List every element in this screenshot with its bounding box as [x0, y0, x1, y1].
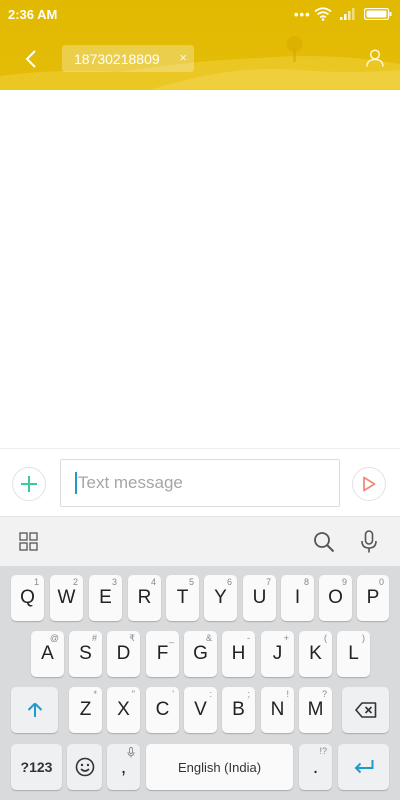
key-z[interactable]: * Z — [69, 687, 102, 733]
key-g[interactable]: & G — [184, 631, 217, 677]
key-t[interactable]: 5T — [166, 575, 199, 621]
status-bar: 2:36 AM ••• — [0, 0, 400, 28]
key-l[interactable]: ) L — [337, 631, 370, 677]
contact-icon[interactable] — [365, 48, 385, 68]
key-h[interactable]: -H — [222, 631, 255, 677]
key-j[interactable]: + J — [261, 631, 294, 677]
header-landscape — [0, 36, 400, 90]
symbols-key[interactable]: ?123 — [11, 744, 62, 790]
shift-key[interactable] — [11, 687, 58, 733]
shift-icon — [27, 702, 42, 717]
mic-small-icon — [127, 747, 135, 758]
keyboard-toolbar — [0, 516, 400, 566]
message-input[interactable]: Text message — [60, 459, 340, 507]
add-attachment-button[interactable] — [12, 467, 46, 501]
search-icon[interactable] — [313, 531, 335, 553]
message-thread — [0, 90, 400, 448]
conversation-header: 2:36 AM ••• 18730218809 × — [0, 0, 400, 90]
key-f[interactable]: _ F — [146, 631, 179, 677]
key-q[interactable]: 1Q — [11, 575, 44, 621]
notification-dots: ••• — [294, 7, 311, 22]
emoji-key[interactable] — [67, 744, 102, 790]
key-y[interactable]: 6Y — [204, 575, 237, 621]
key-b[interactable]: ; B — [222, 687, 255, 733]
key-i[interactable]: 8I — [281, 575, 314, 621]
key-n[interactable]: ! N — [261, 687, 294, 733]
key-o[interactable]: 9O — [319, 575, 352, 621]
space-key[interactable]: English (India) — [146, 744, 293, 790]
period-key[interactable]: !?. — [299, 744, 332, 790]
battery-icon — [364, 8, 392, 20]
recipient-number: 18730218809 — [74, 50, 160, 67]
back-button[interactable] — [18, 46, 44, 72]
key-p[interactable]: 0P — [357, 575, 389, 621]
status-time: 2:36 AM — [8, 7, 58, 22]
backspace-key[interactable] — [342, 687, 389, 733]
emoji-icon — [75, 757, 94, 777]
key-v[interactable]: :V — [184, 687, 217, 733]
key-u[interactable]: 7U — [243, 575, 276, 621]
key-x[interactable]: " X — [107, 687, 140, 733]
key-d[interactable]: ₹ D — [107, 631, 140, 677]
key-a[interactable]: @ A — [31, 631, 64, 677]
enter-key[interactable] — [338, 744, 389, 790]
enter-icon — [354, 760, 373, 774]
key-s[interactable]: # S — [69, 631, 102, 677]
key-e[interactable]: 3E — [89, 575, 122, 621]
mic-icon[interactable] — [360, 530, 378, 554]
message-placeholder: Text message — [78, 473, 183, 492]
key-m[interactable]: ? M — [299, 687, 332, 733]
signal-icon — [340, 8, 355, 20]
send-button[interactable] — [352, 467, 386, 501]
key-r[interactable]: 4R — [128, 575, 161, 621]
keyboard: 1Q 2W 3E 4R 5T 6Y 7U 8I 9O 0P @ A # S ₹ D _… — [0, 566, 400, 800]
close-icon[interactable]: × — [179, 50, 187, 65]
text-caret — [75, 472, 77, 494]
recipient-chip[interactable]: 18730218809 × — [62, 45, 194, 72]
comma-key[interactable]: , — [107, 744, 140, 790]
send-icon — [363, 476, 376, 492]
add-icon — [21, 476, 37, 492]
apps-icon[interactable] — [19, 532, 38, 551]
message-composer: Text message — [0, 448, 400, 516]
key-c[interactable]: ' C — [146, 687, 179, 733]
wifi-icon — [314, 7, 332, 21]
key-k[interactable]: (K — [299, 631, 332, 677]
backspace-icon — [354, 702, 376, 718]
key-w[interactable]: 2W — [50, 575, 83, 621]
back-icon — [25, 50, 36, 68]
